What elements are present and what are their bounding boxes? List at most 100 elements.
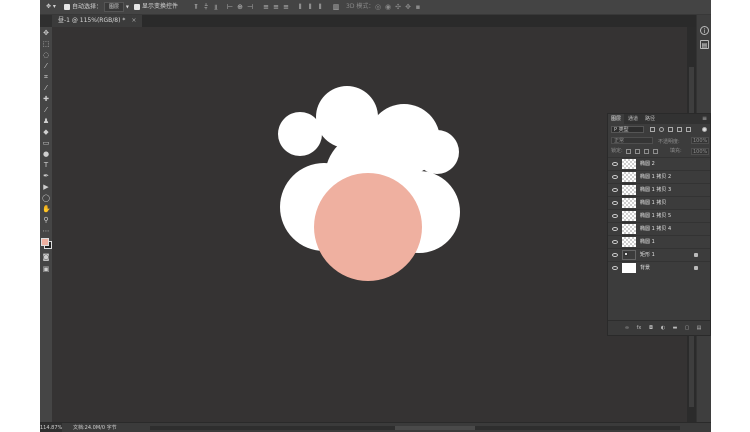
layer-row[interactable]: 椭圆 1 拷贝 3: [608, 183, 710, 196]
tab-layers[interactable]: 图层: [608, 114, 625, 124]
filter-shape-icon[interactable]: [677, 127, 682, 132]
visibility-eye-icon[interactable]: [612, 201, 618, 205]
stamp-tool-icon[interactable]: ♟: [42, 117, 50, 125]
layer-row[interactable]: 矩形 1: [608, 248, 710, 261]
align-left-icon[interactable]: ⊢: [226, 3, 234, 11]
pen-tool-icon[interactable]: ✒: [42, 172, 50, 180]
marquee-tool-icon[interactable]: ⬚: [42, 40, 50, 48]
horizontal-scroll-thumb[interactable]: [395, 426, 475, 430]
layer-row[interactable]: 椭圆 2: [608, 157, 710, 170]
lock-image-icon[interactable]: [635, 149, 640, 154]
align-right-icon[interactable]: ⊣: [246, 3, 254, 11]
move-tool-icon[interactable]: ✥: [42, 29, 50, 37]
auto-select-dropdown[interactable]: 图层: [103, 2, 124, 12]
auto-select-option[interactable]: 自动选择： 图层 ▾: [64, 2, 129, 12]
history-icon[interactable]: ▤: [700, 40, 709, 49]
layer-thumbnail: [622, 159, 636, 169]
brush-tool-icon[interactable]: ⁄: [42, 106, 50, 114]
new-layer-icon[interactable]: ▢: [684, 325, 690, 331]
filter-adjustment-icon[interactable]: [659, 127, 664, 132]
visibility-eye-icon[interactable]: [612, 227, 618, 231]
layer-row[interactable]: 背景: [608, 261, 710, 274]
document-tab[interactable]: 昼-1 @ 115%(RGB/8) * ×: [52, 15, 143, 27]
distribute-top-icon[interactable]: ≡: [262, 3, 270, 11]
layer-style-icon[interactable]: fx: [636, 325, 642, 331]
healing-brush-tool-icon[interactable]: ✚: [42, 95, 50, 103]
screen-mode-icon[interactable]: ▣: [42, 265, 50, 273]
dodge-tool-icon[interactable]: ●: [42, 150, 50, 158]
fill-input[interactable]: 100%: [691, 148, 709, 155]
add-mask-icon[interactable]: ◘: [648, 325, 654, 331]
3d-orbit-icon[interactable]: ◎: [374, 3, 382, 11]
lock-position-icon[interactable]: [644, 149, 649, 154]
show-transform-checkbox[interactable]: [134, 3, 140, 10]
layer-row[interactable]: 椭圆 1 拷贝 5: [608, 209, 710, 222]
hand-tool-icon[interactable]: ✋: [42, 205, 51, 213]
gradient-tool-icon[interactable]: ▭: [42, 139, 50, 147]
align-bottom-icon[interactable]: ⫫: [212, 3, 220, 11]
auto-align-icon[interactable]: ▥: [332, 3, 340, 11]
filter-smart-object-icon[interactable]: [686, 127, 691, 132]
layer-row[interactable]: 椭圆 1 拷贝 4: [608, 222, 710, 235]
tab-channels[interactable]: 通道: [625, 114, 641, 124]
layer-row[interactable]: 椭圆 1: [608, 235, 710, 248]
3d-slide-icon[interactable]: ✥: [404, 3, 412, 11]
layer-row[interactable]: 椭圆 1 拷贝: [608, 196, 710, 209]
visibility-eye-icon[interactable]: [612, 253, 618, 257]
type-tool-icon[interactable]: T: [42, 161, 50, 169]
path-select-tool-icon[interactable]: ▶: [42, 183, 50, 191]
layer-row[interactable]: 椭圆 1 拷贝 2: [608, 170, 710, 183]
align-vcenter-icon[interactable]: ⫩: [202, 3, 210, 11]
layer-name[interactable]: 背景: [640, 262, 650, 275]
distribute-hcenter-icon[interactable]: ⦀: [306, 3, 314, 11]
align-top-icon[interactable]: ⫪: [192, 3, 200, 11]
eyedropper-tool-icon[interactable]: ⁄: [42, 84, 50, 92]
distribute-bottom-icon[interactable]: ≡: [282, 3, 290, 11]
horizontal-scrollbar[interactable]: [150, 426, 680, 430]
lasso-tool-icon[interactable]: ◌: [42, 51, 50, 59]
foreground-color-swatch[interactable]: [41, 238, 49, 246]
visibility-eye-icon[interactable]: [612, 266, 618, 270]
filter-pixel-icon[interactable]: [650, 127, 655, 132]
filter-type-icon[interactable]: [668, 127, 673, 132]
auto-select-checkbox[interactable]: [64, 4, 70, 10]
visibility-eye-icon[interactable]: [612, 240, 618, 244]
3d-pan-icon[interactable]: ✣: [394, 3, 402, 11]
filter-toggle-icon[interactable]: [702, 127, 707, 132]
visibility-eye-icon[interactable]: [612, 188, 618, 192]
blend-mode-select[interactable]: 正常: [611, 137, 653, 144]
panel-menu-icon[interactable]: ≡: [702, 114, 707, 124]
crop-tool-icon[interactable]: ⌗: [42, 73, 50, 81]
visibility-eye-icon[interactable]: [612, 175, 618, 179]
more-tools-icon[interactable]: ⋯: [42, 227, 50, 235]
tab-paths[interactable]: 路径: [642, 114, 658, 124]
lock-transparent-icon[interactable]: [626, 149, 631, 154]
move-tool-icon[interactable]: ✥ ▾: [46, 2, 56, 12]
zoom-level[interactable]: 114.87%: [40, 423, 62, 432]
distribute-right-icon[interactable]: ⦀: [316, 3, 324, 11]
distribute-vcenter-icon[interactable]: ≡: [272, 3, 280, 11]
document-canvas[interactable]: [52, 27, 687, 422]
lock-all-icon[interactable]: [653, 149, 658, 154]
show-transform-option[interactable]: 显示变换控件: [134, 2, 178, 12]
quick-select-tool-icon[interactable]: ⁄: [42, 62, 50, 70]
quick-mask-icon[interactable]: ◙: [42, 253, 50, 261]
3d-roll-icon[interactable]: ◉: [384, 3, 392, 11]
new-group-icon[interactable]: ▬: [672, 325, 678, 331]
3d-scale-icon[interactable]: ▪: [414, 3, 422, 11]
zoom-tool-icon[interactable]: ⚲: [42, 216, 50, 224]
ellipse-tool-icon[interactable]: ◯: [42, 194, 50, 202]
visibility-eye-icon[interactable]: [612, 214, 618, 218]
adjustment-layer-icon[interactable]: ◐: [660, 325, 666, 331]
info-icon[interactable]: i: [700, 26, 709, 35]
delete-layer-icon[interactable]: ▤: [696, 325, 702, 331]
close-tab-icon[interactable]: ×: [131, 17, 136, 24]
document-info[interactable]: 文档:24.0M/0 字节: [73, 423, 117, 432]
align-hcenter-icon[interactable]: ⊕: [236, 3, 244, 11]
distribute-left-icon[interactable]: ⦀: [296, 3, 304, 11]
eraser-tool-icon[interactable]: ◆: [42, 128, 50, 136]
visibility-eye-icon[interactable]: [612, 162, 618, 166]
opacity-input[interactable]: 100%: [691, 137, 709, 144]
layer-kind-filter[interactable]: P 类型: [611, 126, 644, 133]
link-layers-icon[interactable]: ∞: [624, 325, 630, 331]
